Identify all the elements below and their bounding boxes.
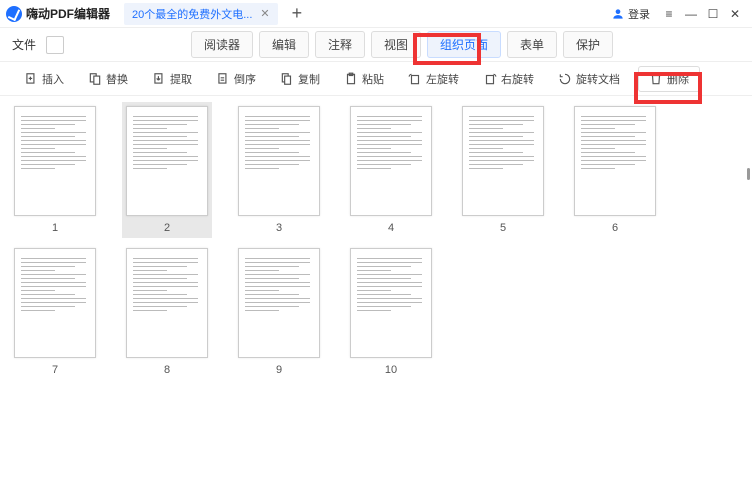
insert-icon xyxy=(24,72,38,86)
document-tab[interactable]: 20个最全的免费外文电... ✕ xyxy=(124,3,278,25)
close-button[interactable]: ✕ xyxy=(726,7,744,21)
tool-rotate-doc[interactable]: 旋转文档 xyxy=(552,68,626,90)
page-thumb-10[interactable]: 10 xyxy=(350,248,432,376)
app-logo-icon xyxy=(6,6,22,22)
page-number: 8 xyxy=(164,364,170,376)
page-thumb-8[interactable]: 8 xyxy=(126,248,208,376)
page-number: 3 xyxy=(276,222,282,234)
tool-rotate-right[interactable]: 右旋转 xyxy=(477,68,540,90)
minimize-button[interactable]: — xyxy=(682,7,700,21)
replace-icon xyxy=(88,72,102,86)
page-thumb-1[interactable]: 1 xyxy=(14,106,96,234)
page-number: 7 xyxy=(52,364,58,376)
tab-保护[interactable]: 保护 xyxy=(563,31,613,58)
page-number: 1 xyxy=(52,222,58,234)
maximize-button[interactable]: ☐ xyxy=(704,7,722,21)
tab-表单[interactable]: 表单 xyxy=(507,31,557,58)
page-thumb-7[interactable]: 7 xyxy=(14,248,96,376)
rotate-left-icon xyxy=(408,72,422,86)
new-tab-button[interactable]: + xyxy=(292,3,303,24)
copy-icon xyxy=(280,72,294,86)
tool-insert[interactable]: 插入 xyxy=(18,68,70,90)
page-thumb-4[interactable]: 4 xyxy=(350,106,432,234)
save-icon[interactable] xyxy=(46,36,64,54)
rotate-right-icon xyxy=(483,72,497,86)
page-number: 4 xyxy=(388,222,394,234)
tool-replace[interactable]: 替换 xyxy=(82,68,134,90)
app-name: 嗨动PDF编辑器 xyxy=(26,5,110,22)
close-tab-icon[interactable]: ✕ xyxy=(260,7,269,20)
tab-组织页面[interactable]: 组织页面 xyxy=(427,31,501,58)
page-thumb-5[interactable]: 5 xyxy=(462,106,544,234)
page-thumb-3[interactable]: 3 xyxy=(238,106,320,234)
rotate-doc-icon xyxy=(558,72,572,86)
page-number: 5 xyxy=(500,222,506,234)
extract-icon xyxy=(152,72,166,86)
tab-编辑[interactable]: 编辑 xyxy=(259,31,309,58)
tool-delete[interactable]: 删除 xyxy=(638,66,700,92)
tool-rotate-left[interactable]: 左旋转 xyxy=(402,68,465,90)
tab-title: 20个最全的免费外文电... xyxy=(132,6,252,22)
menu-icon[interactable]: ≡ xyxy=(660,7,678,21)
page-thumb-9[interactable]: 9 xyxy=(238,248,320,376)
user-icon xyxy=(611,7,625,21)
login-button[interactable]: 登录 xyxy=(611,6,650,22)
tab-阅读器[interactable]: 阅读器 xyxy=(191,31,253,58)
page-thumb-2[interactable]: 2 xyxy=(122,102,212,238)
delete-icon xyxy=(649,72,663,86)
page-number: 2 xyxy=(164,222,170,234)
page-thumb-6[interactable]: 6 xyxy=(574,106,656,234)
page-number: 10 xyxy=(385,364,397,376)
tool-paste[interactable]: 粘贴 xyxy=(338,68,390,90)
tab-视图[interactable]: 视图 xyxy=(371,31,421,58)
paste-icon xyxy=(344,72,358,86)
reverse-icon xyxy=(216,72,230,86)
page-number: 9 xyxy=(276,364,282,376)
scrollbar-thumb[interactable] xyxy=(747,168,750,180)
tool-copy[interactable]: 复制 xyxy=(274,68,326,90)
file-menu[interactable]: 文件 xyxy=(12,36,36,53)
tool-extract[interactable]: 提取 xyxy=(146,68,198,90)
tab-注释[interactable]: 注释 xyxy=(315,31,365,58)
tool-reverse[interactable]: 倒序 xyxy=(210,68,262,90)
page-number: 6 xyxy=(612,222,618,234)
